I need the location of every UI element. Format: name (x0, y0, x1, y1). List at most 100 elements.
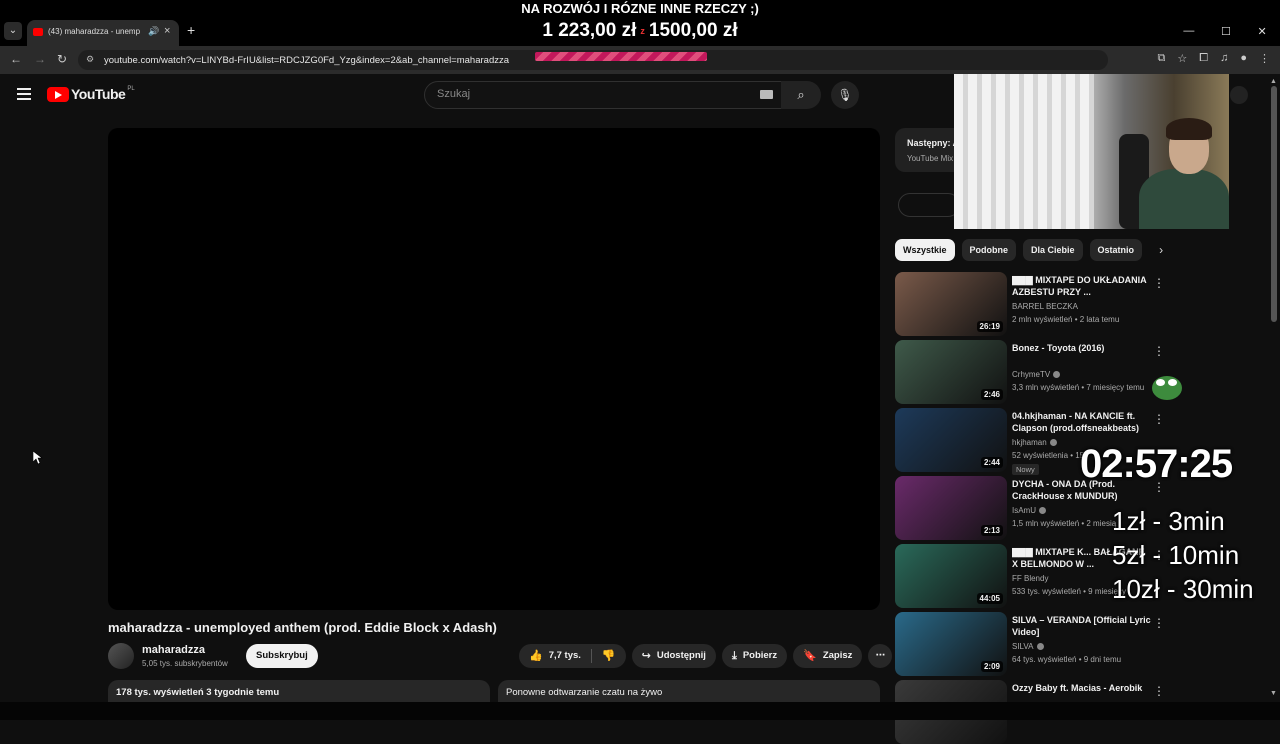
dislike-button[interactable]: 👎 (592, 644, 626, 668)
extensions-icon[interactable]: ⧠ (1199, 52, 1208, 65)
search-box (424, 81, 782, 109)
playlist-control-pill[interactable] (898, 193, 960, 217)
next-sub: YouTube Mix (907, 154, 954, 163)
description-stats: 178 tys. wyświetleń 3 tygodnie temu (116, 687, 280, 698)
more-actions-button[interactable]: ⋯ (868, 644, 893, 668)
audio-playing-icon[interactable]: 🔊 (148, 26, 159, 37)
channel-label: FF Blendy (1012, 574, 1049, 583)
recommendation-channel: FF Blendy (1012, 574, 1048, 583)
channel-label: hkjhaman (1012, 438, 1047, 447)
video-thumbnail[interactable]: 44:05 (895, 544, 1007, 608)
video-thumbnail[interactable]: 2:13 (895, 476, 1007, 540)
more-options-icon[interactable]: ⋮ (1153, 412, 1165, 426)
video-thumbnail[interactable]: 2:46 (895, 340, 1007, 404)
save-button[interactable]: 🔖 Zapisz (793, 644, 863, 668)
chip-related[interactable]: Podobne (961, 239, 1017, 261)
tab-search-icon[interactable]: ⌄ (4, 22, 22, 40)
chip-for-you[interactable]: Dla Ciebie (1023, 239, 1083, 261)
filter-chips: Wszystkie Podobne Dla Ciebie Ostatnio › (895, 239, 1163, 261)
thumbs-up-icon: 👍 (529, 650, 543, 662)
microphone-icon: 🎙 (837, 88, 853, 102)
download-button[interactable]: ⤓ Pobierz (721, 644, 788, 668)
back-icon[interactable]: ← (10, 52, 22, 66)
voice-search-button[interactable]: 🎙 (831, 81, 859, 109)
video-actions: 👍 7,7 tys. 👎 ↪ Udostępnij ⤓ Pobierz 🔖 Zapisz… (519, 644, 893, 668)
video-thumbnail[interactable]: 26:19 (895, 272, 1007, 336)
channel-name[interactable]: maharadzza (142, 644, 205, 656)
recommendation-title[interactable]: SILVA – VERANDA [Official Lyric Video] (1012, 614, 1152, 638)
forward-icon[interactable]: → (34, 52, 46, 66)
search-button[interactable]: ⌕ (781, 81, 821, 109)
goal-current: 1 223,00 zł (542, 20, 637, 41)
donation-price-list: 1zł - 3min 5zł - 10min 10zł - 30min (1112, 504, 1254, 606)
video-thumbnail[interactable]: 2:09 (895, 612, 1007, 676)
toolbar-icons: ⧉ ☆ ⧠ ♫ ● ⋮ (1158, 52, 1270, 65)
scroll-down-arrow-icon[interactable]: ▼ (1270, 690, 1277, 697)
chip-recent[interactable]: Ostatnio (1089, 239, 1143, 261)
video-player[interactable] (108, 128, 880, 610)
goal-separator: z (640, 25, 645, 36)
install-app-icon[interactable]: ⧉ (1158, 52, 1166, 65)
hamburger-menu-icon[interactable] (17, 88, 31, 103)
reload-icon[interactable]: ↻ (57, 52, 67, 66)
more-options-icon[interactable]: ⋮ (1153, 276, 1165, 290)
more-options-icon[interactable]: ⋮ (1153, 344, 1165, 358)
recommendation-item[interactable]: 2:09 SILVA – VERANDA [Official Lyric Vide… (895, 612, 1195, 676)
goal-progress-bar (535, 52, 707, 61)
recommendation-title[interactable]: Bonez - Toyota (2016) (1012, 342, 1152, 354)
new-tab-icon[interactable]: + (187, 22, 195, 38)
site-info-icon[interactable]: ⚙ (86, 54, 94, 65)
subscribe-button[interactable]: Subskrybuj (246, 644, 318, 668)
scroll-up-arrow-icon[interactable]: ▲ (1270, 78, 1277, 85)
bottom-strip (0, 702, 1280, 720)
maximize-icon[interactable]: ☐ (1221, 25, 1231, 38)
youtube-logo[interactable]: YouTube PL (47, 86, 135, 102)
minimize-icon[interactable]: — (1183, 25, 1194, 37)
channel-label: IsAmU (1012, 506, 1036, 515)
like-button[interactable]: 👍 7,7 tys. (519, 644, 591, 668)
scrollbar-thumb[interactable] (1271, 86, 1277, 322)
recommendation-channel: SILVA (1012, 642, 1044, 651)
share-icon: ↪ (641, 650, 651, 662)
url-text: youtube.com/watch?v=LINYBd-FrIU&list=RDC… (104, 55, 510, 66)
bookmark-star-icon[interactable]: ☆ (1177, 52, 1187, 65)
window-controls: — ☐ ✕ (1170, 18, 1280, 44)
price-item: 10zł - 30min (1112, 574, 1254, 604)
bookmark-icon: 🔖 (803, 650, 817, 662)
recommendation-meta: 3,3 mln wyświetleń • 7 miesięcy temu (1012, 383, 1145, 392)
download-icon: ⤓ (731, 650, 737, 662)
browser-menu-icon[interactable]: ⋮ (1259, 52, 1270, 65)
like-count: 7,7 tys. (548, 650, 581, 661)
recommendation-title[interactable]: Ozzy Baby ft. Macias - Aerobik (1012, 682, 1152, 694)
tab-close-icon[interactable]: × (164, 25, 170, 37)
search-input[interactable] (435, 87, 739, 101)
recommendation-title[interactable]: 04.hkjhaman - NA KANCIE ft. Clapson (pro… (1012, 410, 1152, 434)
keyboard-icon[interactable] (760, 90, 773, 99)
video-title: maharadzza - unemployed anthem (prod. Ed… (108, 620, 497, 635)
verified-icon (1049, 439, 1057, 447)
close-window-icon[interactable]: ✕ (1257, 25, 1266, 38)
channel-avatar[interactable] (108, 643, 134, 669)
recommendation-title[interactable]: ▇▇▇ MIXTAPE DO UKŁADANIA AZBESTU PRZY ..… (1012, 274, 1152, 298)
new-badge: Nowy (1012, 464, 1039, 475)
recommendation-meta: 2 mln wyświetleń • 2 lata temu (1012, 315, 1120, 324)
more-options-icon[interactable]: ⋮ (1153, 684, 1165, 698)
streamer-webcam (954, 74, 1229, 229)
recommendation-channel: BARREL BECZKA (1012, 302, 1078, 311)
chat-replay-label: Ponowne odtwarzanie czatu na żywo (506, 687, 663, 698)
account-avatar[interactable] (1230, 86, 1248, 104)
chevron-right-icon[interactable]: › (1159, 243, 1163, 257)
share-button[interactable]: ↪ Udostępnij (631, 644, 716, 668)
profile-icon[interactable]: ● (1240, 52, 1247, 65)
chip-all[interactable]: Wszystkie (895, 239, 955, 261)
more-options-icon[interactable]: ⋮ (1153, 616, 1165, 630)
video-thumbnail[interactable]: 2:44 (895, 408, 1007, 472)
recommendation-item[interactable]: 26:19 ▇▇▇ MIXTAPE DO UKŁADANIA AZBESTU PR… (895, 272, 1195, 336)
youtube-favicon-icon (33, 28, 43, 36)
like-dislike-group: 👍 7,7 tys. 👎 (519, 644, 626, 668)
webcam-curtain (954, 74, 1094, 229)
recommendation-item[interactable]: 2:46 Bonez - Toyota (2016) CrhymeTV 3,3 mln… (895, 340, 1195, 404)
browser-tab-active[interactable]: (43) maharadzza - unemployed anthem 🔊 × (27, 20, 179, 46)
verified-icon (1053, 371, 1061, 379)
media-control-icon[interactable]: ♫ (1220, 52, 1228, 65)
